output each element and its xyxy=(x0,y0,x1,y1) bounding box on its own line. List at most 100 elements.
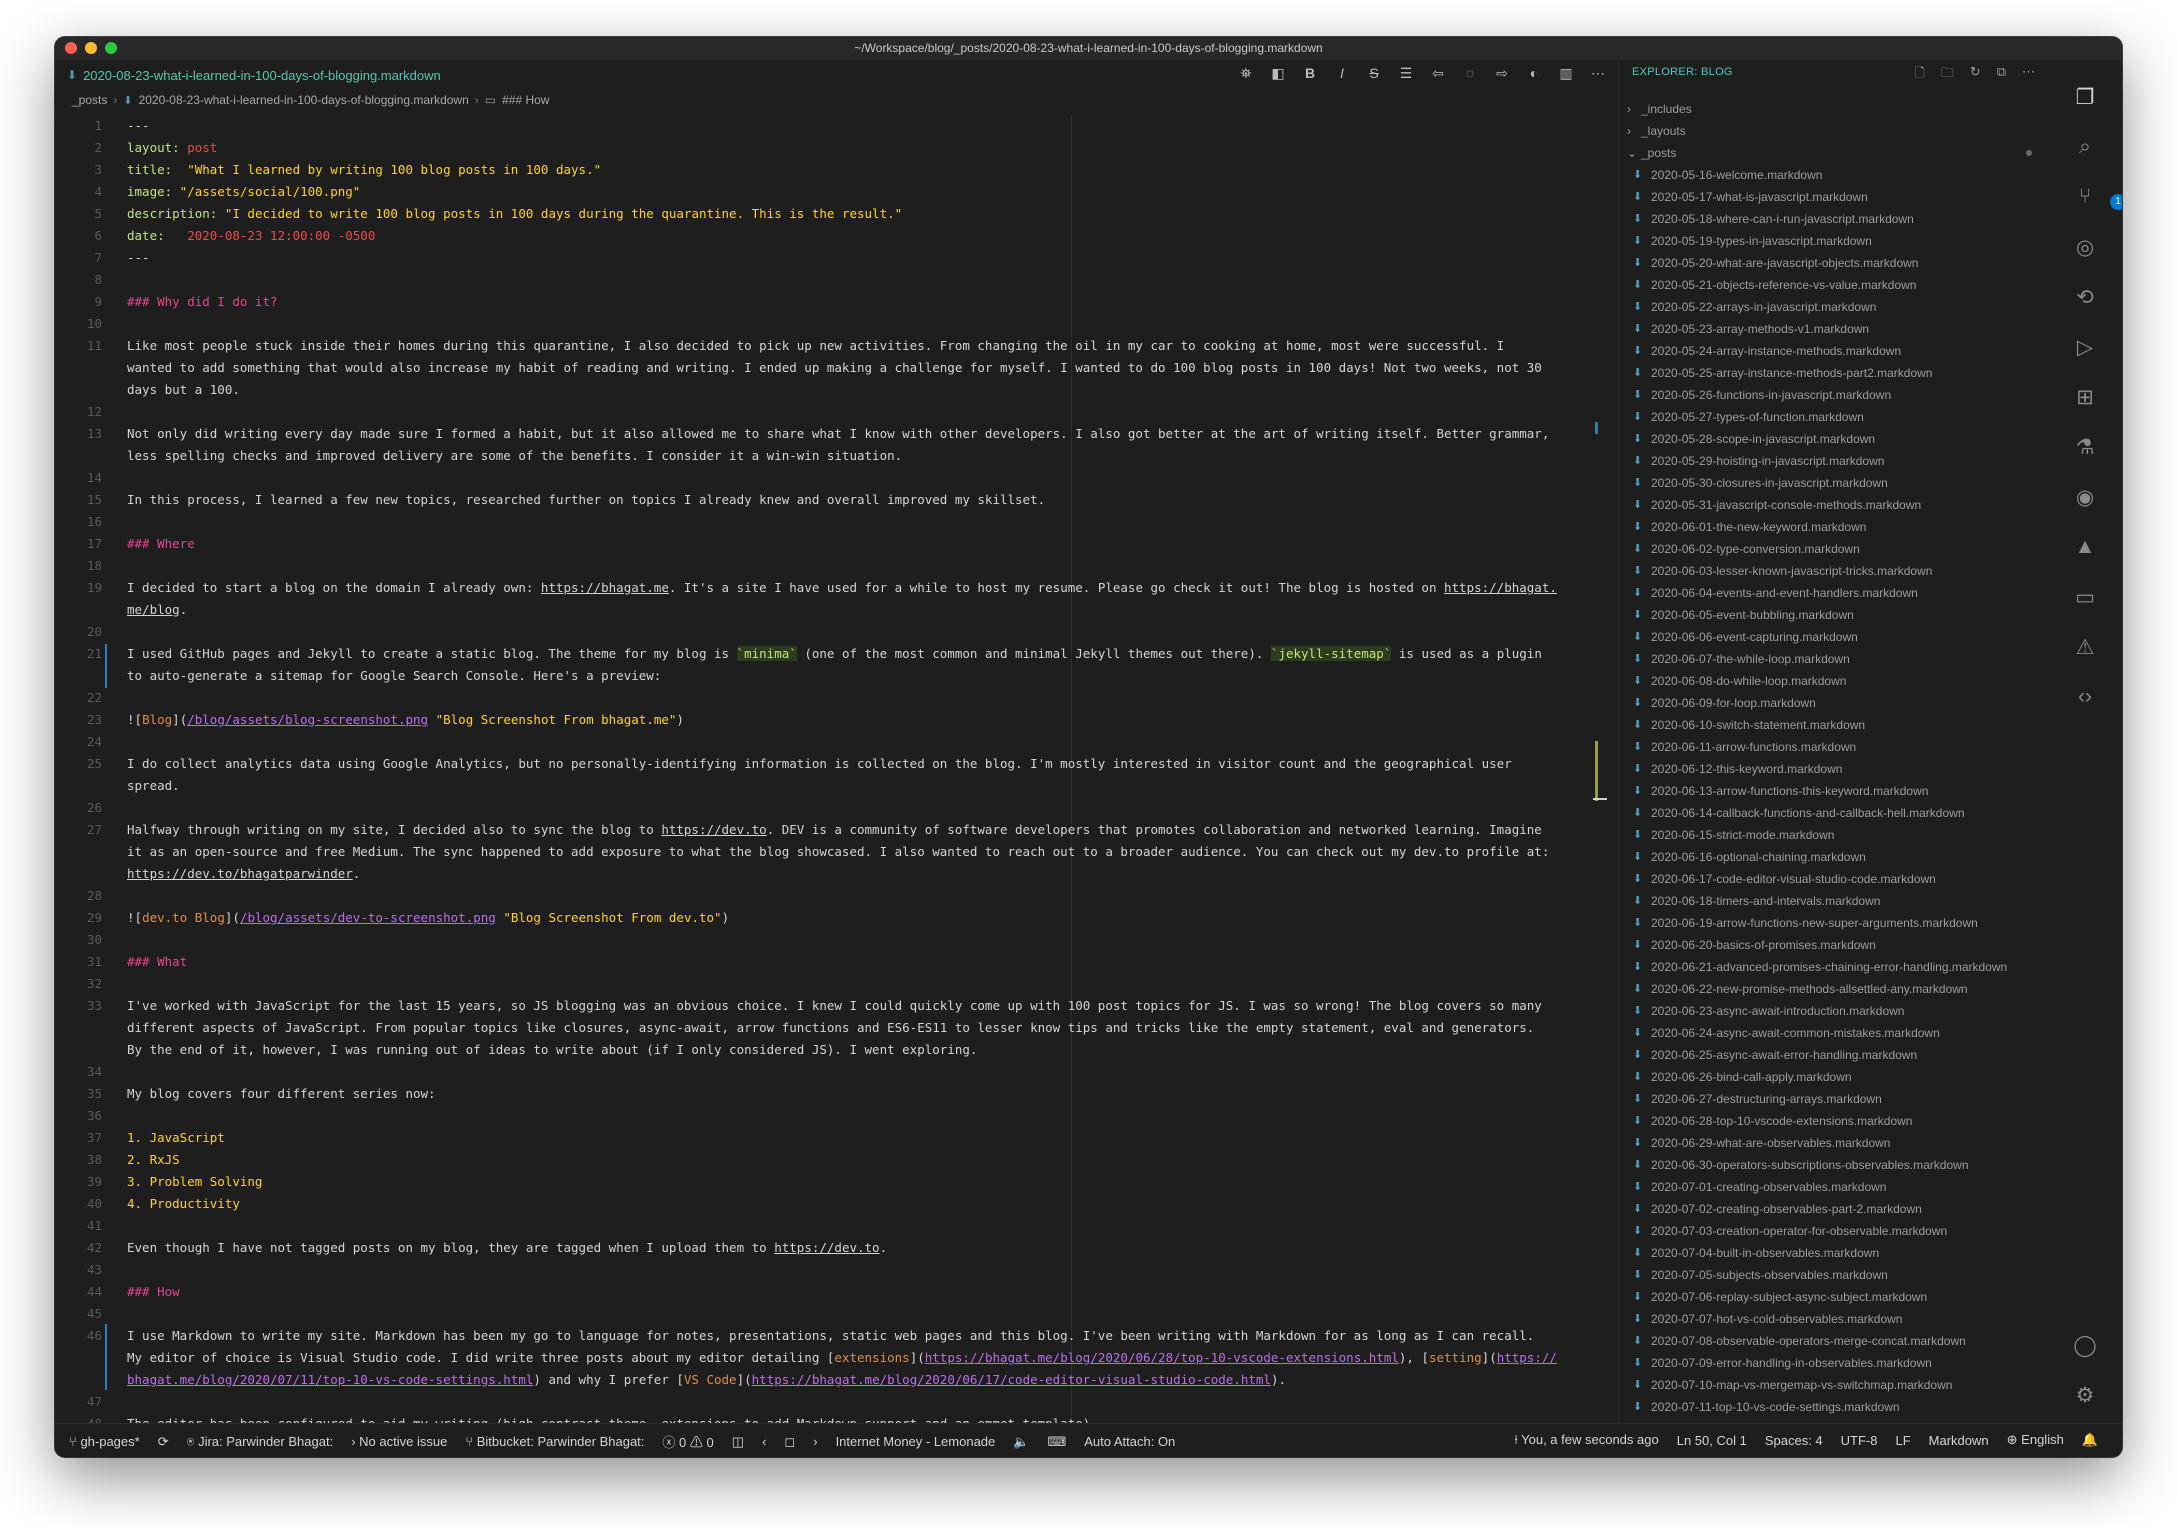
go-forward-icon[interactable]: ⇨ xyxy=(1492,65,1512,82)
tree-file[interactable]: ⬇ 2020-06-28-top-10-vscode-extensions.mar… xyxy=(1619,1110,2049,1132)
tree-file[interactable]: ⬇ 2020-06-19-arrow-functions-new-super-ar… xyxy=(1619,912,2049,934)
auto-attach[interactable]: Auto Attach: On xyxy=(1084,1434,1175,1449)
tree-file[interactable]: ⬇ 2020-05-28-scope-in-javascript.markdown xyxy=(1619,428,2049,450)
volume-icon[interactable]: 🔈 xyxy=(1013,1434,1029,1450)
tree-file[interactable]: ⬇ 2020-06-26-bind-call-apply.markdown xyxy=(1619,1066,2049,1088)
git-blame[interactable]: ⍿ You, a few seconds ago xyxy=(1514,1432,1658,1448)
tree-file[interactable]: ⬇ 2020-05-29-hoisting-in-javascript.markd… xyxy=(1619,450,2049,472)
breadcrumb-folder[interactable]: _posts xyxy=(72,93,107,107)
link[interactable]: https://dev.to/bhagatparwinder xyxy=(127,866,353,881)
tree-file[interactable]: ⬇ 2020-06-23-async-await-introduction.mar… xyxy=(1619,1000,2049,1022)
tree-folder-includes[interactable]: › _includes xyxy=(1619,98,2049,120)
tree-file[interactable]: ⬇ 2020-05-18-where-can-i-run-javascript.m… xyxy=(1619,208,2049,230)
spell-check-locale[interactable]: ⊕ English xyxy=(2007,1432,2064,1448)
tree-file[interactable]: ⬇ 2020-07-04-built-in-observables.markdow… xyxy=(1619,1242,2049,1264)
settings-gear-icon[interactable]: ⚙ xyxy=(2070,1380,2100,1410)
tree-file[interactable]: ⬇ 2020-05-31-javascript-console-methods.m… xyxy=(1619,494,2049,516)
tree-file[interactable]: ⬇ 2020-06-04-events-and-event-handlers.ma… xyxy=(1619,582,2049,604)
more-actions-icon[interactable]: ⋯ xyxy=(1588,65,1608,82)
link[interactable]: bhagat.me/blog/2020/07/11/top-10-vs-code… xyxy=(127,1372,533,1387)
tree-file[interactable]: ⬇ 2020-05-26-functions-in-javascript.mark… xyxy=(1619,384,2049,406)
notifications-bell-icon[interactable]: 🔔 xyxy=(2082,1432,2098,1448)
link[interactable]: https://bhagat. xyxy=(1444,580,1557,595)
issue-item[interactable]: › No active issue xyxy=(351,1434,447,1449)
open-preview-icon[interactable]: ◧ xyxy=(1268,65,1288,82)
tree-file[interactable]: ⬇ 2020-06-29-what-are-observables.markdow… xyxy=(1619,1132,2049,1154)
indentation[interactable]: Spaces: 4 xyxy=(1765,1433,1823,1448)
tree-folder-layouts[interactable]: › _layouts xyxy=(1619,120,2049,142)
spotify-icon[interactable]: ◉ xyxy=(2070,482,2100,512)
tree-file[interactable]: ⬇ 2020-07-01-creating-observables.markdow… xyxy=(1619,1176,2049,1198)
tree-file[interactable]: ⬇ 2020-07-03-creation-operator-for-observ… xyxy=(1619,1220,2049,1242)
tree-file[interactable]: ⬇ 2020-05-21-objects-reference-vs-value.m… xyxy=(1619,274,2049,296)
tree-file[interactable]: ⬇ 2020-06-24-async-await-common-mistakes.… xyxy=(1619,1022,2049,1044)
tree-file[interactable]: ⬇ 2020-06-21-advanced-promises-chaining-e… xyxy=(1619,956,2049,978)
tree-file[interactable]: ⬇ 2020-07-06-replay-subject-async-subject… xyxy=(1619,1286,2049,1308)
tree-file[interactable]: ⬇ 2020-06-10-switch-statement.markdown xyxy=(1619,714,2049,736)
run-debug-icon[interactable]: ▷ xyxy=(2070,332,2100,362)
breadcrumb-file[interactable]: 2020-08-23-what-i-learned-in-100-days-of… xyxy=(139,93,469,107)
git-graph-icon[interactable]: ◎ xyxy=(2070,232,2100,262)
end-of-line[interactable]: LF xyxy=(1896,1433,1911,1448)
go-back-icon[interactable]: ⇦ xyxy=(1428,65,1448,82)
link[interactable]: https://bhagat.me xyxy=(541,580,669,595)
tree-file[interactable]: ⬇ 2020-06-08-do-while-loop.markdown xyxy=(1619,670,2049,692)
cursor-position[interactable]: Ln 50, Col 1 xyxy=(1677,1433,1747,1448)
tree-file[interactable]: ⬇ 2020-07-11-top-10-vs-code-settings.mark… xyxy=(1619,1396,2049,1418)
tree-folder-posts[interactable]: ⌄ _posts xyxy=(1619,142,2049,164)
tree-file[interactable]: ⬇ 2020-06-06-event-capturing.markdown xyxy=(1619,626,2049,648)
next-track-icon[interactable]: › xyxy=(813,1434,817,1449)
tree-file[interactable]: ⬇ 2020-07-02-creating-observables-part-2.… xyxy=(1619,1198,2049,1220)
explorer-icon[interactable]: ❐ xyxy=(2070,82,2100,112)
tree-file[interactable]: ⬇ 2020-05-16-welcome.markdown xyxy=(1619,164,2049,186)
tree-file[interactable]: ⬇ 2020-06-05-event-bubbling.markdown xyxy=(1619,604,2049,626)
pin-icon[interactable]: ⛯ xyxy=(1236,65,1256,82)
code-icon[interactable]: ‹› xyxy=(2070,682,2100,712)
tree-file[interactable]: ⬇ 2020-06-03-lesser-known-javascript-tric… xyxy=(1619,560,2049,582)
tree-file[interactable]: ⬇ 2020-05-23-array-methods-v1.markdown xyxy=(1619,318,2049,340)
new-file-icon[interactable]: 🗋 xyxy=(1914,64,1924,86)
tree-file[interactable]: ⬇ 2020-07-10-map-vs-mergemap-vs-switchmap… xyxy=(1619,1374,2049,1396)
tree-file[interactable]: ⬇ 2020-06-07-the-while-loop.markdown xyxy=(1619,648,2049,670)
italic-button[interactable]: I xyxy=(1332,65,1352,82)
tree-file[interactable]: ⬇ 2020-06-30-operators-subscriptions-obse… xyxy=(1619,1154,2049,1176)
tree-file[interactable]: ⬇ 2020-05-27-types-of-function.markdown xyxy=(1619,406,2049,428)
tree-file[interactable]: ⬇ 2020-05-24-array-instance-methods.markd… xyxy=(1619,340,2049,362)
tree-file[interactable]: ⬇ 2020-06-18-timers-and-intervals.markdow… xyxy=(1619,890,2049,912)
link[interactable]: /blog/assets/dev-to-screenshot.png xyxy=(240,910,496,925)
bold-button[interactable]: B xyxy=(1300,65,1320,82)
encoding[interactable]: UTF-8 xyxy=(1841,1433,1878,1448)
branch-item[interactable]: ⑂ gh-pages* xyxy=(69,1434,140,1449)
previous-track-icon[interactable]: ‹ xyxy=(762,1434,766,1449)
strikethrough-button[interactable]: S xyxy=(1364,65,1384,82)
list-icon[interactable]: ☰ xyxy=(1396,65,1416,82)
tree-file[interactable]: ⬇ 2020-07-05-subjects-observables.markdow… xyxy=(1619,1264,2049,1286)
timeline-icon[interactable]: ⟲ xyxy=(2070,282,2100,312)
tree-file[interactable]: ⬇ 2020-06-01-the-new-keyword.markdown xyxy=(1619,516,2049,538)
keyboard-icon[interactable]: ⌨ xyxy=(1047,1434,1066,1450)
stop-icon[interactable]: ◻ xyxy=(784,1434,795,1450)
more-actions-icon[interactable]: ⋯ xyxy=(2022,64,2035,86)
tree-file[interactable]: ⬇ 2020-06-12-this-keyword.markdown xyxy=(1619,758,2049,780)
tree-file[interactable]: ⬇ 2020-06-09-for-loop.markdown xyxy=(1619,692,2049,714)
tree-file[interactable]: ⬇ 2020-06-13-arrow-functions-this-keyword… xyxy=(1619,780,2049,802)
tree-file[interactable]: ⬇ 2020-05-25-array-instance-methods-part2… xyxy=(1619,362,2049,384)
extensions-icon[interactable]: ⊞ xyxy=(2070,382,2100,412)
tree-file[interactable]: ⬇ 2020-05-22-arrays-in-javascript.markdow… xyxy=(1619,296,2049,318)
tree-file[interactable]: ⬇ 2020-05-17-what-is-javascript.markdown xyxy=(1619,186,2049,208)
breadcrumb-symbol[interactable]: ### How xyxy=(502,93,549,107)
now-playing[interactable]: Internet Money - Lemonade xyxy=(836,1434,996,1449)
search-icon[interactable]: ⌕ xyxy=(2070,132,2100,162)
layout-icon[interactable]: ◫ xyxy=(732,1434,744,1450)
link[interactable]: https://dev.to xyxy=(661,822,766,837)
tree-file[interactable]: ⬇ 2020-07-09-error-handling-in-observable… xyxy=(1619,1352,2049,1374)
collapse-all-icon[interactable]: ⧉ xyxy=(1997,64,2006,86)
tree-file[interactable]: ⬇ 2020-07-08-observable-operators-merge-c… xyxy=(1619,1330,2049,1352)
tree-file[interactable]: ⬇ 2020-06-02-type-conversion.markdown xyxy=(1619,538,2049,560)
link[interactable]: /blog/assets/blog-screenshot.png xyxy=(187,712,428,727)
language-mode[interactable]: Markdown xyxy=(1929,1433,1989,1448)
bitbucket-item[interactable]: ⑂ Bitbucket: Parwinder Bhagat: xyxy=(465,1434,644,1449)
tree-file[interactable]: ⬇ 2020-07-07-hot-vs-cold-observables.mark… xyxy=(1619,1308,2049,1330)
tree-file[interactable]: ⬇ 2020-05-20-what-are-javascript-objects.… xyxy=(1619,252,2049,274)
tree-file[interactable]: ⬇ 2020-06-14-callback-functions-and-callb… xyxy=(1619,802,2049,824)
